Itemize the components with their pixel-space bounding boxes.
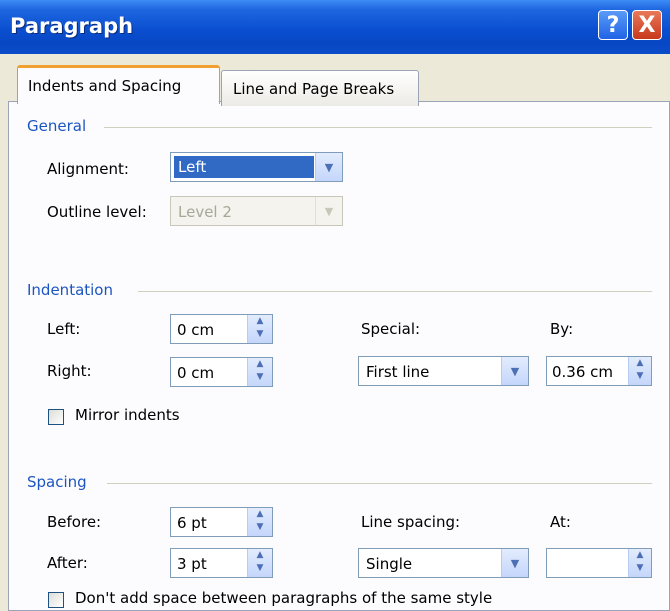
dont-add-space-label: Don't add space between paragraphs of th…: [75, 589, 493, 607]
dont-add-space-checkbox[interactable]: [48, 592, 64, 608]
chevron-down-icon: ▼: [315, 197, 342, 225]
at-label: At:: [550, 513, 571, 531]
outline-level-select: Level 2 ▼: [170, 196, 343, 226]
indentation-heading: Indentation: [27, 281, 113, 299]
spin-arrows-icon[interactable]: ▲ ▼: [628, 549, 651, 577]
alignment-select[interactable]: Left ▼: [170, 152, 343, 182]
line-spacing-label: Line spacing:: [361, 513, 461, 531]
indent-left-spinner[interactable]: 0 cm ▲ ▼: [170, 314, 273, 344]
alignment-label: Alignment:: [47, 160, 129, 178]
after-value: 3 pt: [177, 555, 207, 573]
spacing-heading: Spacing: [27, 473, 87, 491]
before-spinner[interactable]: 6 pt ▲ ▼: [170, 507, 273, 537]
spin-arrows-icon[interactable]: ▲ ▼: [628, 357, 651, 385]
line-spacing-value: Single: [366, 555, 413, 573]
spin-arrows-icon[interactable]: ▲ ▼: [247, 549, 272, 577]
chevron-down-icon[interactable]: ▼: [501, 549, 528, 577]
indent-right-spinner[interactable]: 0 cm ▲ ▼: [170, 357, 273, 387]
at-spinner[interactable]: ▲ ▼: [546, 548, 652, 578]
indent-right-value: 0 cm: [177, 364, 215, 382]
indent-left-value: 0 cm: [177, 321, 215, 339]
before-value: 6 pt: [177, 514, 207, 532]
spin-arrows-icon[interactable]: ▲ ▼: [247, 315, 272, 343]
section-divider: [104, 127, 652, 128]
section-divider: [138, 291, 652, 292]
after-label: After:: [47, 554, 88, 572]
chevron-down-icon[interactable]: ▼: [315, 153, 342, 181]
tab-line-and-page-breaks[interactable]: Line and Page Breaks: [221, 70, 419, 106]
title-bar: Paragraph ? X: [0, 0, 670, 54]
close-icon: X: [638, 13, 656, 38]
special-label: Special:: [361, 320, 421, 338]
special-value: First line: [366, 363, 430, 381]
before-label: Before:: [47, 513, 102, 531]
chevron-down-icon[interactable]: ▼: [501, 357, 528, 385]
by-label: By:: [550, 320, 574, 338]
tab-label: Line and Page Breaks: [233, 80, 395, 98]
general-heading: General: [27, 117, 87, 135]
outline-level-label: Outline level:: [47, 203, 147, 221]
tab-indents-and-spacing[interactable]: Indents and Spacing: [17, 65, 220, 104]
close-button[interactable]: X: [632, 10, 662, 40]
by-value: 0.36 cm: [552, 363, 614, 381]
indent-right-label: Right:: [47, 362, 92, 380]
by-spinner[interactable]: 0.36 cm ▲ ▼: [546, 356, 652, 386]
section-divider: [107, 483, 652, 484]
mirror-indents-label: Mirror indents: [75, 406, 180, 424]
alignment-value: Left: [178, 158, 207, 176]
after-spinner[interactable]: 3 pt ▲ ▼: [170, 548, 273, 578]
dialog-title: Paragraph: [10, 14, 134, 38]
help-button[interactable]: ?: [598, 10, 628, 40]
outline-level-value: Level 2: [178, 203, 232, 221]
help-icon: ?: [606, 13, 620, 38]
spin-arrows-icon[interactable]: ▲ ▼: [247, 358, 272, 386]
mirror-indents-checkbox[interactable]: [48, 409, 64, 425]
indent-left-label: Left:: [47, 320, 81, 338]
line-spacing-select[interactable]: Single ▼: [358, 548, 529, 578]
special-select[interactable]: First line ▼: [358, 356, 529, 386]
tab-label: Indents and Spacing: [28, 77, 182, 95]
spin-arrows-icon[interactable]: ▲ ▼: [247, 508, 272, 536]
